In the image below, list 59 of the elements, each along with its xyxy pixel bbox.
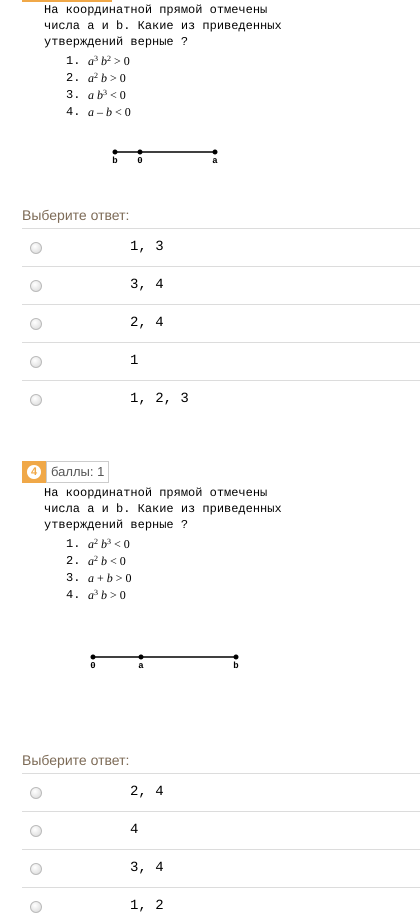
statement-number: 1. [66,52,82,68]
statement-number: 3. [66,86,82,102]
answer-prompt: Выберите ответ: [22,751,130,769]
question-number: 4 [27,465,41,479]
question-text: числа a и b. Какие из приведенных [44,501,282,517]
answer-option[interactable]: 4 [22,811,420,849]
statement-number: 1. [66,536,82,552]
option-text: 1, 3 [130,238,164,257]
option-text: 3, 4 [130,859,164,878]
option-text: 2, 4 [130,314,164,333]
question-text: утверждений верные ? [44,517,188,533]
radio-button[interactable] [30,862,42,874]
answer-option[interactable]: 2, 4 [22,304,420,342]
radio-button[interactable] [30,356,42,368]
point-label: 0 [90,661,96,669]
radio-button[interactable] [30,786,42,798]
radio-button[interactable] [30,280,42,292]
statement-formula: a$^{2}$ b < 0 [88,552,126,568]
option-text: 1 [130,352,138,371]
radio-button[interactable] [30,242,42,254]
answer-option[interactable]: 1, 2, 3 [22,380,420,418]
statement-formula: a$^{2}$ b$^{3}$ < 0 [88,536,130,552]
statement-number: 3. [66,570,82,586]
statement-formula: a b$^{3}$ < 0 [88,86,126,102]
statement-number: 4. [66,104,82,120]
radio-button[interactable] [30,824,42,836]
statement-number: 2. [66,552,82,568]
question-text: утверждений верные ? [44,34,188,50]
points-label: баллы: 1 [46,461,110,483]
point-label: b [112,156,118,164]
answer-option[interactable]: 1 [22,342,420,380]
question-text: На координатной прямой отмечены [44,2,268,18]
answer-option[interactable]: 3, 4 [22,266,420,304]
answer-option[interactable]: 1, 2 [22,887,420,922]
question-text: На координатной прямой отмечены [44,485,268,501]
option-text: 2, 4 [130,783,164,802]
point-label: a [138,661,144,669]
radio-button[interactable] [30,318,42,330]
question-text: числа a и b. Какие из приведенных [44,18,282,34]
statement-formula: a$^{2}$ b > 0 [88,70,126,86]
option-text: 3, 4 [130,276,164,295]
option-text: 1, 2, 3 [130,390,189,409]
statement-formula: a + b > 0 [88,570,132,586]
answer-option[interactable]: 3, 4 [22,849,420,887]
answer-prompt: Выберите ответ: [22,206,130,224]
answer-option[interactable]: 2, 4 [22,773,420,811]
option-text: 1, 2 [130,897,164,916]
radio-button[interactable] [30,394,42,406]
point-label: a [212,156,218,164]
statement-formula: a – b < 0 [88,104,131,120]
statement-number: 2. [66,70,82,86]
answer-option[interactable]: 1, 3 [22,228,420,266]
statement-formula: a$^{3}$ b > 0 [88,586,126,602]
statement-formula: a$^{3}$ b$^{2}$ > 0 [88,52,130,68]
statement-number: 4. [66,586,82,602]
point-label: 0 [137,156,143,164]
radio-button[interactable] [30,900,42,912]
option-text: 4 [130,821,138,840]
point-label: b [233,661,239,669]
